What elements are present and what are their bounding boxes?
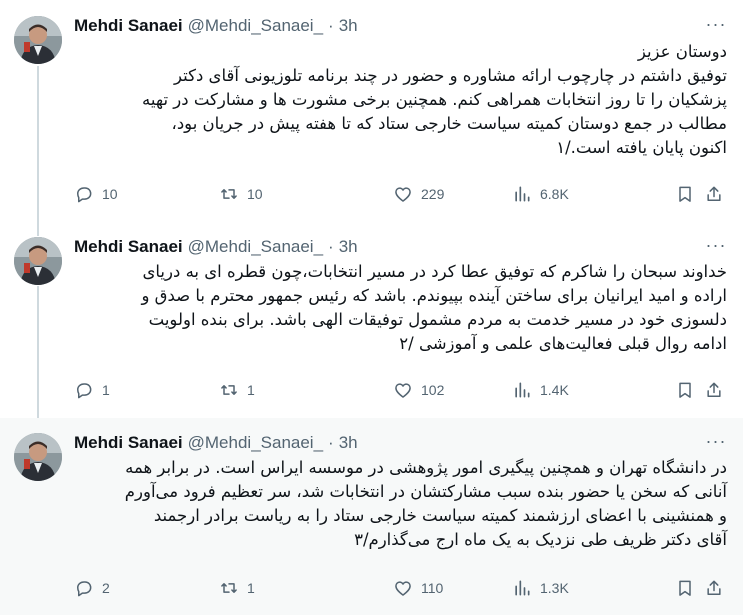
retweet-button[interactable]: 10 (219, 182, 263, 206)
reply-icon (77, 581, 92, 597)
action-bar: 1 1 102 1.4K (74, 378, 727, 402)
reply-button[interactable]: 10 (74, 182, 118, 206)
author-handle[interactable]: @Mehdi_Sanaei_ (188, 16, 323, 36)
retweet-icon (221, 189, 237, 199)
retweet-count: 10 (247, 186, 263, 202)
share-button[interactable] (704, 576, 724, 600)
share-icon (707, 186, 721, 201)
reply-count: 2 (102, 580, 110, 596)
thread-line (37, 286, 39, 426)
separator: · (328, 237, 334, 256)
text-line: اراده و امید ایرانیان برای ساختن آینده ب… (141, 286, 727, 305)
like-icon (395, 581, 411, 596)
share-icon (707, 580, 721, 595)
more-options-icon[interactable]: ··· (705, 431, 727, 451)
like-button[interactable]: 102 (393, 378, 444, 402)
views-button[interactable]: 6.8K (512, 182, 569, 206)
like-button[interactable]: 229 (393, 182, 444, 206)
reply-count: 1 (102, 382, 110, 398)
text-line: اکنون پایان یافته است./۱ (556, 138, 727, 157)
text-line: آنانی که سخن یا حضور بنده سبب مشارکتشان … (124, 482, 727, 501)
bookmark-button[interactable] (675, 182, 695, 206)
action-bar: 2 1 110 1.3K (74, 576, 727, 600)
tweet-text: خداوند سبحان را شاکرم که توفیق عطا کرد د… (74, 260, 727, 356)
bookmark-button[interactable] (675, 576, 695, 600)
text-line: آقای دکتر ظریف طی نزدیک به یک ماه ارج می… (354, 530, 727, 549)
timestamp[interactable]: 3h (339, 16, 358, 36)
author-handle[interactable]: @Mehdi_Sanaei_ (188, 433, 323, 453)
avatar[interactable] (14, 433, 62, 481)
text-line: پزشکیان را تا روز انتخابات همراهی کنم. ه… (142, 90, 727, 109)
text-line: ادامه روال قبلی فعالیت‌های علمی و آموزشی… (399, 334, 727, 353)
retweet-count: 1 (247, 580, 255, 596)
tweet[interactable]: Mehdi Sanaei @Mehdi_Sanaei_ · 3h ··· در … (0, 418, 743, 615)
bookmark-icon (679, 186, 691, 202)
reply-button[interactable]: 2 (74, 576, 110, 600)
avatar[interactable] (14, 237, 62, 285)
share-button[interactable] (704, 378, 724, 402)
text-line: دوستان عزیز (637, 42, 727, 61)
author-handle[interactable]: @Mehdi_Sanaei_ (188, 237, 323, 257)
views-button[interactable]: 1.3K (512, 576, 569, 600)
reply-icon (77, 383, 92, 399)
like-icon (395, 383, 411, 398)
reply-count: 10 (102, 186, 118, 202)
tweet-header: Mehdi Sanaei @Mehdi_Sanaei_ · 3h (74, 16, 358, 36)
thread-line (37, 66, 39, 236)
action-bar: 10 10 229 6.8K (74, 182, 727, 206)
timestamp[interactable]: 3h (339, 237, 358, 257)
share-icon (707, 382, 721, 397)
like-button[interactable]: 110 (393, 576, 443, 600)
views-icon (515, 382, 530, 398)
views-button[interactable]: 1.4K (512, 378, 569, 402)
author-name[interactable]: Mehdi Sanaei (74, 16, 183, 36)
timestamp[interactable]: 3h (339, 433, 358, 453)
author-name[interactable]: Mehdi Sanaei (74, 433, 183, 453)
like-icon (395, 187, 411, 202)
author-name[interactable]: Mehdi Sanaei (74, 237, 183, 257)
reply-button[interactable]: 1 (74, 378, 110, 402)
retweet-count: 1 (247, 382, 255, 398)
bookmark-icon (679, 580, 691, 596)
tweet-text: در دانشگاه تهران و همچنین پیگیری امور پژ… (74, 456, 727, 552)
share-button[interactable] (704, 182, 724, 206)
retweet-button[interactable]: 1 (219, 576, 255, 600)
text-line: خداوند سبحان را شاکرم که توفیق عطا کرد د… (142, 262, 727, 281)
views-icon (515, 580, 530, 596)
text-line: دلسوزی خود در مسیر خدمت به مردم مشمول تو… (148, 310, 727, 329)
more-options-icon[interactable]: ··· (705, 235, 727, 255)
views-count: 1.4K (540, 382, 569, 398)
like-count: 102 (421, 382, 445, 398)
text-line: در دانشگاه تهران و همچنین پیگیری امور پژ… (125, 458, 727, 477)
like-count: 229 (421, 186, 445, 202)
tweet-text: دوستان عزیز توفیق داشتم در چارچوب ارائه … (74, 40, 727, 160)
views-count: 6.8K (540, 186, 569, 202)
avatar[interactable] (14, 16, 62, 64)
views-icon (515, 186, 530, 202)
text-line: توفیق داشتم در چارچوب ارائه مشاوره و حضو… (174, 66, 727, 85)
text-line: مطالب در جمع دوستان کمیته سیاست خارجی ست… (171, 114, 728, 133)
like-count: 110 (421, 580, 444, 596)
tweet-header: Mehdi Sanaei @Mehdi_Sanaei_ · 3h (74, 433, 358, 453)
retweet-icon (221, 385, 237, 395)
separator: · (328, 16, 334, 35)
bookmark-button[interactable] (675, 378, 695, 402)
text-line: و همنشینی با اعضای ارزشمند کمیته سیاست خ… (153, 506, 727, 525)
separator: · (328, 433, 334, 452)
views-count: 1.3K (540, 580, 569, 596)
tweet[interactable]: Mehdi Sanaei @Mehdi_Sanaei_ · 3h ··· خدا… (0, 222, 743, 426)
retweet-button[interactable]: 1 (219, 378, 255, 402)
tweet[interactable]: Mehdi Sanaei @Mehdi_Sanaei_ · 3h ··· دوس… (0, 0, 743, 236)
retweet-icon (221, 583, 237, 593)
bookmark-icon (679, 382, 691, 398)
more-options-icon[interactable]: ··· (705, 14, 727, 34)
tweet-header: Mehdi Sanaei @Mehdi_Sanaei_ · 3h (74, 237, 358, 257)
reply-icon (77, 187, 92, 203)
